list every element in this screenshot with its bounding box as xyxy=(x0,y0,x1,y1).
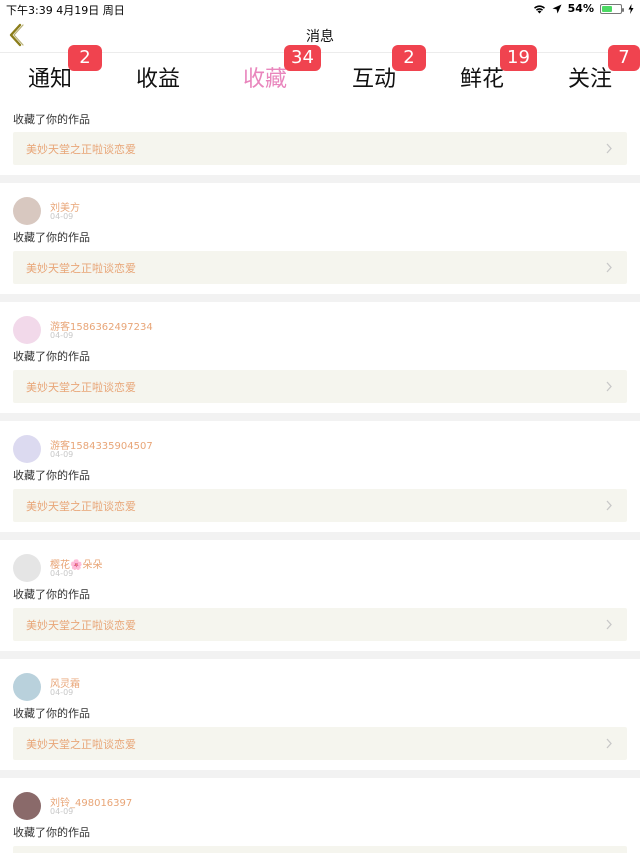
tab-badge: 34 xyxy=(284,45,321,71)
status-time-date: 下午3:39 4月19日 周日 xyxy=(6,4,125,17)
avatar[interactable] xyxy=(13,316,41,344)
work-title: 美妙天堂之正啦谈恋爱 xyxy=(26,500,136,513)
tab-label: 互动 xyxy=(351,67,396,92)
chevron-right-icon xyxy=(606,381,612,392)
favorite-card: 游客1584335904507 04-09 收藏了你的作品 美妙天堂之正啦谈恋爱 xyxy=(0,421,640,532)
work-title: 美妙天堂之正啦谈恋爱 xyxy=(26,738,136,751)
work-link[interactable] xyxy=(13,846,627,853)
action-text: 收藏了你的作品 xyxy=(13,707,90,720)
work-link[interactable]: 美妙天堂之正啦谈恋爱 xyxy=(13,370,627,403)
favorite-card: 游客1586362497234 04-09 收藏了你的作品 美妙天堂之正啦谈恋爱 xyxy=(0,302,640,413)
tab-badge: 2 xyxy=(392,45,426,71)
tab-label: 通知 xyxy=(27,67,72,92)
avatar[interactable] xyxy=(13,435,41,463)
chevron-right-icon xyxy=(606,738,612,749)
tab-badge: 2 xyxy=(68,45,102,71)
tab-badge: 7 xyxy=(608,45,640,71)
work-title: 美妙天堂之正啦谈恋爱 xyxy=(26,381,136,394)
favorite-card: 樱花🌸朵朵 04-09 收藏了你的作品 美妙天堂之正啦谈恋爱 xyxy=(0,540,640,651)
work-link[interactable]: 美妙天堂之正啦谈恋爱 xyxy=(13,608,627,641)
tab-label: 关注 xyxy=(567,67,612,92)
chevron-right-icon xyxy=(606,143,612,154)
action-text: 收藏了你的作品 xyxy=(13,350,90,363)
category-tabs: 通知 2 收益 收藏 34 互动 2 鲜花 19 关注 7 xyxy=(0,45,640,103)
work-title: 美妙天堂之正啦谈恋爱 xyxy=(26,262,136,275)
avatar[interactable] xyxy=(13,792,41,820)
status-bar: 下午3:39 4月19日 周日 54% xyxy=(0,0,640,18)
work-link[interactable]: 美妙天堂之正啦谈恋爱 xyxy=(13,489,627,522)
location-arrow-icon xyxy=(552,4,562,14)
date-label: 04-09 xyxy=(50,688,74,697)
work-link[interactable]: 美妙天堂之正啦谈恋爱 xyxy=(13,132,627,165)
tab-1[interactable]: 收益 xyxy=(118,61,198,97)
battery-fill xyxy=(602,5,612,12)
avatar[interactable] xyxy=(13,673,41,701)
favorite-card: 刘铃_498016397 04-09 收藏了你的作品 xyxy=(0,778,640,853)
tab-label: 收益 xyxy=(135,67,180,92)
action-text: 收藏了你的作品 xyxy=(13,826,90,839)
chevron-right-icon xyxy=(606,262,612,273)
date-label: 04-09 xyxy=(50,450,74,459)
favorites-feed[interactable]: 收藏了你的作品 美妙天堂之正啦谈恋爱 刘美方 04-09 收藏了你的作品 美妙天堂之正啦谈… xyxy=(0,100,640,853)
work-title: 美妙天堂之正啦谈恋爱 xyxy=(26,619,136,632)
date-label: 04-09 xyxy=(50,807,74,816)
favorite-card: 收藏了你的作品美妙天堂之正啦谈恋爱 xyxy=(0,100,640,175)
wifi-icon xyxy=(533,4,546,14)
avatar[interactable] xyxy=(13,554,41,582)
page-title: 消息 xyxy=(306,29,334,45)
action-text: 收藏了你的作品 xyxy=(13,588,90,601)
tab-label: 收藏 xyxy=(242,67,287,92)
tab-badge: 19 xyxy=(500,45,537,71)
charging-bolt-icon xyxy=(628,3,634,14)
tab-label: 鲜花 xyxy=(459,67,504,92)
favorite-card: 风灵霜 04-09 收藏了你的作品 美妙天堂之正啦谈恋爱 xyxy=(0,659,640,770)
battery-icon xyxy=(600,3,624,14)
chevron-right-icon xyxy=(606,619,612,630)
date-label: 04-09 xyxy=(50,331,74,340)
work-link[interactable]: 美妙天堂之正啦谈恋爱 xyxy=(13,251,627,284)
action-text: 收藏了你的作品 xyxy=(13,113,90,126)
action-text: 收藏了你的作品 xyxy=(13,469,90,482)
avatar[interactable] xyxy=(13,197,41,225)
action-text: 收藏了你的作品 xyxy=(13,231,90,244)
work-link[interactable]: 美妙天堂之正啦谈恋爱 xyxy=(13,727,627,760)
date-label: 04-09 xyxy=(50,569,74,578)
favorite-card: 刘美方 04-09 收藏了你的作品 美妙天堂之正啦谈恋爱 xyxy=(0,183,640,294)
date-label: 04-09 xyxy=(50,212,74,221)
battery-percent: 54% xyxy=(567,2,594,15)
chevron-right-icon xyxy=(606,500,612,511)
status-indicators: 54% xyxy=(533,2,634,15)
work-title: 美妙天堂之正啦谈恋爱 xyxy=(26,143,136,156)
